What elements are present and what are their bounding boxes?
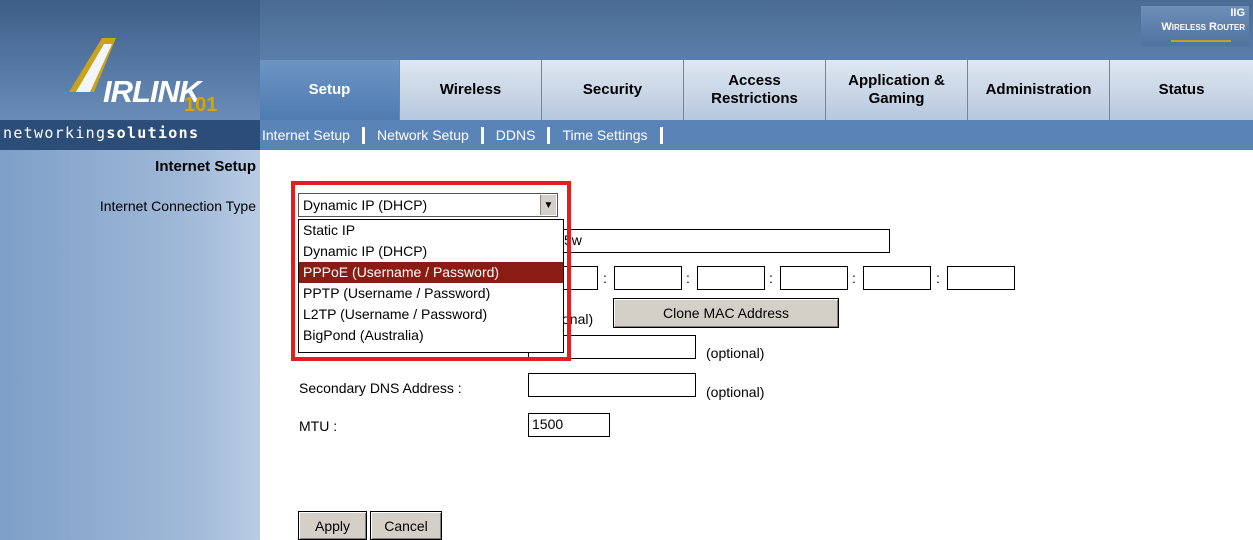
main-tabs: Setup Wireless Security Access Restricti…: [260, 60, 1253, 120]
wireless-router-badge: IIG Wireless Router: [1141, 6, 1249, 46]
subnav-network-setup[interactable]: Network Setup: [369, 127, 477, 143]
subnav-separator: [361, 126, 365, 144]
dropdown-option-l2tp[interactable]: L2TP (Username / Password): [299, 304, 563, 325]
tab-setup[interactable]: Setup: [260, 60, 400, 120]
cancel-button[interactable]: Cancel: [370, 511, 442, 540]
mac-colon: :: [936, 270, 940, 286]
primary-dns-optional: (optional): [706, 345, 765, 361]
mac-octet-5-input[interactable]: [863, 266, 931, 290]
brand-iig: IIG: [1230, 7, 1245, 19]
chevron-down-icon[interactable]: ▼: [540, 195, 556, 215]
mac-colon: :: [686, 270, 690, 286]
mtu-label: MTU :: [299, 418, 338, 434]
mac-octet-4-input[interactable]: [780, 266, 848, 290]
dropdown-option-pppoe[interactable]: PPPoE (Username / Password): [299, 262, 563, 283]
subnav-separator: [480, 126, 484, 144]
airlink-logo: IRLINK 101: [28, 16, 248, 116]
mtu-input[interactable]: 1500: [528, 413, 610, 437]
secondary-dns-optional: (optional): [706, 384, 765, 400]
brand-underline: [1171, 40, 1231, 42]
dropdown-option-pptp[interactable]: PPTP (Username / Password): [299, 283, 563, 304]
mac-colon: :: [603, 270, 607, 286]
tab-access-restrictions[interactable]: Access Restrictions: [684, 60, 826, 120]
sidebar: Internet Setup Internet Connection Type: [0, 150, 260, 540]
connection-type-label: Internet Connection Type: [99, 198, 256, 214]
dropdown-option-static-ip[interactable]: Static IP: [299, 220, 563, 241]
mac-colon: :: [769, 270, 773, 286]
tab-security[interactable]: Security: [542, 60, 684, 120]
clone-mac-button[interactable]: Clone MAC Address: [613, 298, 839, 328]
logo-number: 101: [184, 94, 218, 116]
section-title: Internet Setup: [155, 158, 256, 175]
brand-wireless-router: Wireless Router: [1161, 21, 1245, 33]
dropdown-option-bigpond[interactable]: BigPond (Australia): [299, 325, 563, 346]
mac-octet-6-input[interactable]: [947, 266, 1015, 290]
subnav-separator: [547, 126, 551, 144]
mac-octet-2-input[interactable]: [614, 266, 682, 290]
mac-octet-1-input[interactable]: [560, 266, 598, 290]
subnav-ddns[interactable]: DDNS: [488, 127, 544, 143]
mac-octet-3-input[interactable]: [697, 266, 765, 290]
apply-button[interactable]: Apply: [298, 511, 367, 540]
tab-application-gaming[interactable]: Application & Gaming: [826, 60, 968, 120]
mac-optional-text: onal): [562, 311, 594, 327]
connection-type-select[interactable]: Dynamic IP (DHCP) ▼: [298, 193, 558, 217]
secondary-dns-input[interactable]: [528, 373, 696, 397]
connection-type-dropdown: Static IP Dynamic IP (DHCP) PPPoE (Usern…: [298, 219, 564, 353]
secondary-dns-label: Secondary DNS Address :: [299, 380, 462, 396]
subnav-separator: [659, 126, 663, 144]
tagline: networkingsolutions: [3, 124, 200, 142]
tab-status[interactable]: Status: [1110, 60, 1253, 120]
hostname-input[interactable]: 5w: [560, 229, 890, 253]
subnav-links: Internet Setup Network Setup DDNS Time S…: [260, 120, 1253, 150]
header-top-band: [260, 0, 1253, 60]
tab-administration[interactable]: Administration: [968, 60, 1110, 120]
tab-wireless[interactable]: Wireless: [400, 60, 542, 120]
subnav-time-settings[interactable]: Time Settings: [554, 127, 655, 143]
mac-colon: :: [852, 270, 856, 286]
subnav-internet-setup[interactable]: Internet Setup: [260, 127, 358, 143]
dropdown-option-dynamic-ip[interactable]: Dynamic IP (DHCP): [299, 241, 563, 262]
